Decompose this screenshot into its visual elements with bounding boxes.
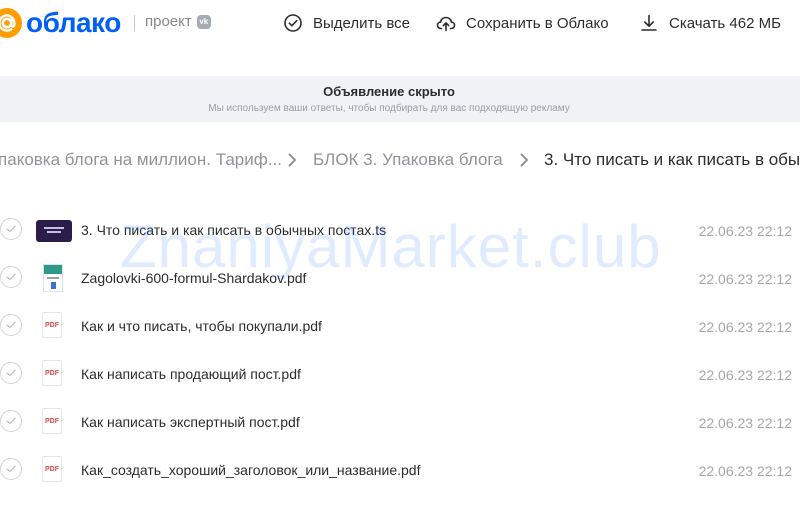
file-date: 22.06.23 22:12 (698, 367, 792, 383)
check-icon (6, 417, 16, 425)
file-name: Как и что писать, чтобы покупали.pdf (81, 318, 322, 334)
chevron-right-icon (520, 153, 528, 167)
file-row[interactable]: 3. Что писать и как писать в обычных пос… (0, 206, 800, 254)
select-checkbox[interactable] (0, 362, 22, 384)
file-row[interactable]: PDF Как и что писать, чтобы покупали.pdf… (0, 302, 800, 350)
download-icon (641, 14, 657, 31)
select-all-label: Выделить все (313, 14, 411, 32)
chevron-right-icon (288, 153, 296, 167)
pdf-icon: PDF (36, 312, 62, 338)
check-icon (6, 273, 16, 281)
project-link[interactable]: проект vk (145, 13, 211, 30)
logo-text: облако (26, 7, 121, 38)
hidden-ad-banner: Объявление скрыто Мы используем ваши отв… (0, 76, 800, 122)
file-name: Как_создать_хороший_заголовок_или_назван… (81, 462, 421, 478)
file-date: 22.06.23 22:12 (698, 463, 792, 479)
file-row[interactable]: PDF Как_создать_хороший_заголовок_или_на… (0, 446, 800, 494)
check-circle-icon (284, 14, 302, 32)
select-checkbox[interactable] (0, 410, 22, 432)
select-checkbox[interactable] (0, 266, 22, 288)
file-name: Как написать экспертный пост.pdf (81, 414, 300, 430)
vk-icon: vk (196, 14, 211, 29)
select-checkbox[interactable] (0, 218, 22, 240)
file-name: Zagolovki-600-formul-Shardakov.pdf (81, 270, 307, 286)
cloud-upload-icon (436, 16, 456, 32)
file-name: 3. Что писать и как писать в обычных пос… (81, 222, 387, 238)
check-icon (6, 225, 16, 233)
save-to-cloud-button[interactable]: Сохранить в Облако (436, 12, 609, 34)
ad-subtitle: Мы используем ваши ответы, чтобы подбира… (208, 103, 570, 114)
breadcrumb: Упаковка блога на миллион. Тариф... БЛОК… (0, 146, 800, 172)
pdf-icon-label: PDF (45, 369, 59, 377)
check-icon (6, 321, 16, 329)
check-icon (6, 369, 16, 377)
file-name: Как написать продающий пост.pdf (81, 366, 301, 382)
cloud-logo[interactable]: облако (0, 5, 121, 41)
file-date: 22.06.23 22:12 (698, 223, 792, 239)
video-thumbnail-icon (36, 216, 72, 242)
check-icon (6, 465, 16, 473)
download-button[interactable]: Скачать 462 МБ (639, 12, 781, 34)
mail-at-logo-icon (0, 8, 22, 38)
book-thumbnail-icon (36, 264, 63, 292)
file-date: 22.06.23 22:12 (698, 319, 792, 335)
pdf-icon: PDF (36, 360, 62, 386)
pdf-icon-label: PDF (45, 465, 59, 473)
file-row[interactable]: PDF Как написать экспертный пост.pdf 22.… (0, 398, 800, 446)
project-label: проект (145, 13, 192, 30)
pdf-icon: PDF (36, 408, 62, 434)
select-checkbox[interactable] (0, 314, 22, 336)
file-row[interactable]: PDF Как написать продающий пост.pdf 22.0… (0, 350, 800, 398)
save-to-cloud-label: Сохранить в Облако (466, 14, 609, 32)
logo-divider (134, 15, 135, 31)
ad-title: Объявление скрыто (323, 84, 455, 99)
pdf-icon-label: PDF (45, 321, 59, 329)
breadcrumb-item[interactable]: Упаковка блога на миллион. Тариф... (0, 150, 282, 170)
select-all-button[interactable]: Выделить все (283, 12, 410, 34)
file-date: 22.06.23 22:12 (698, 271, 792, 287)
breadcrumb-current: 3. Что писать и как писать в обычных пос… (544, 150, 800, 169)
pdf-icon: PDF (36, 456, 62, 482)
download-label: Скачать 462 МБ (669, 14, 781, 32)
top-bar: облако проект vk Выделить все Сохранить … (0, 0, 800, 48)
pdf-icon-label: PDF (45, 417, 59, 425)
file-date: 22.06.23 22:12 (698, 415, 792, 431)
breadcrumb-item[interactable]: БЛОК 3. Упаковка блога (313, 150, 503, 170)
select-checkbox[interactable] (0, 458, 22, 480)
file-row[interactable]: Zagolovki-600-formul-Shardakov.pdf 22.06… (0, 254, 800, 302)
